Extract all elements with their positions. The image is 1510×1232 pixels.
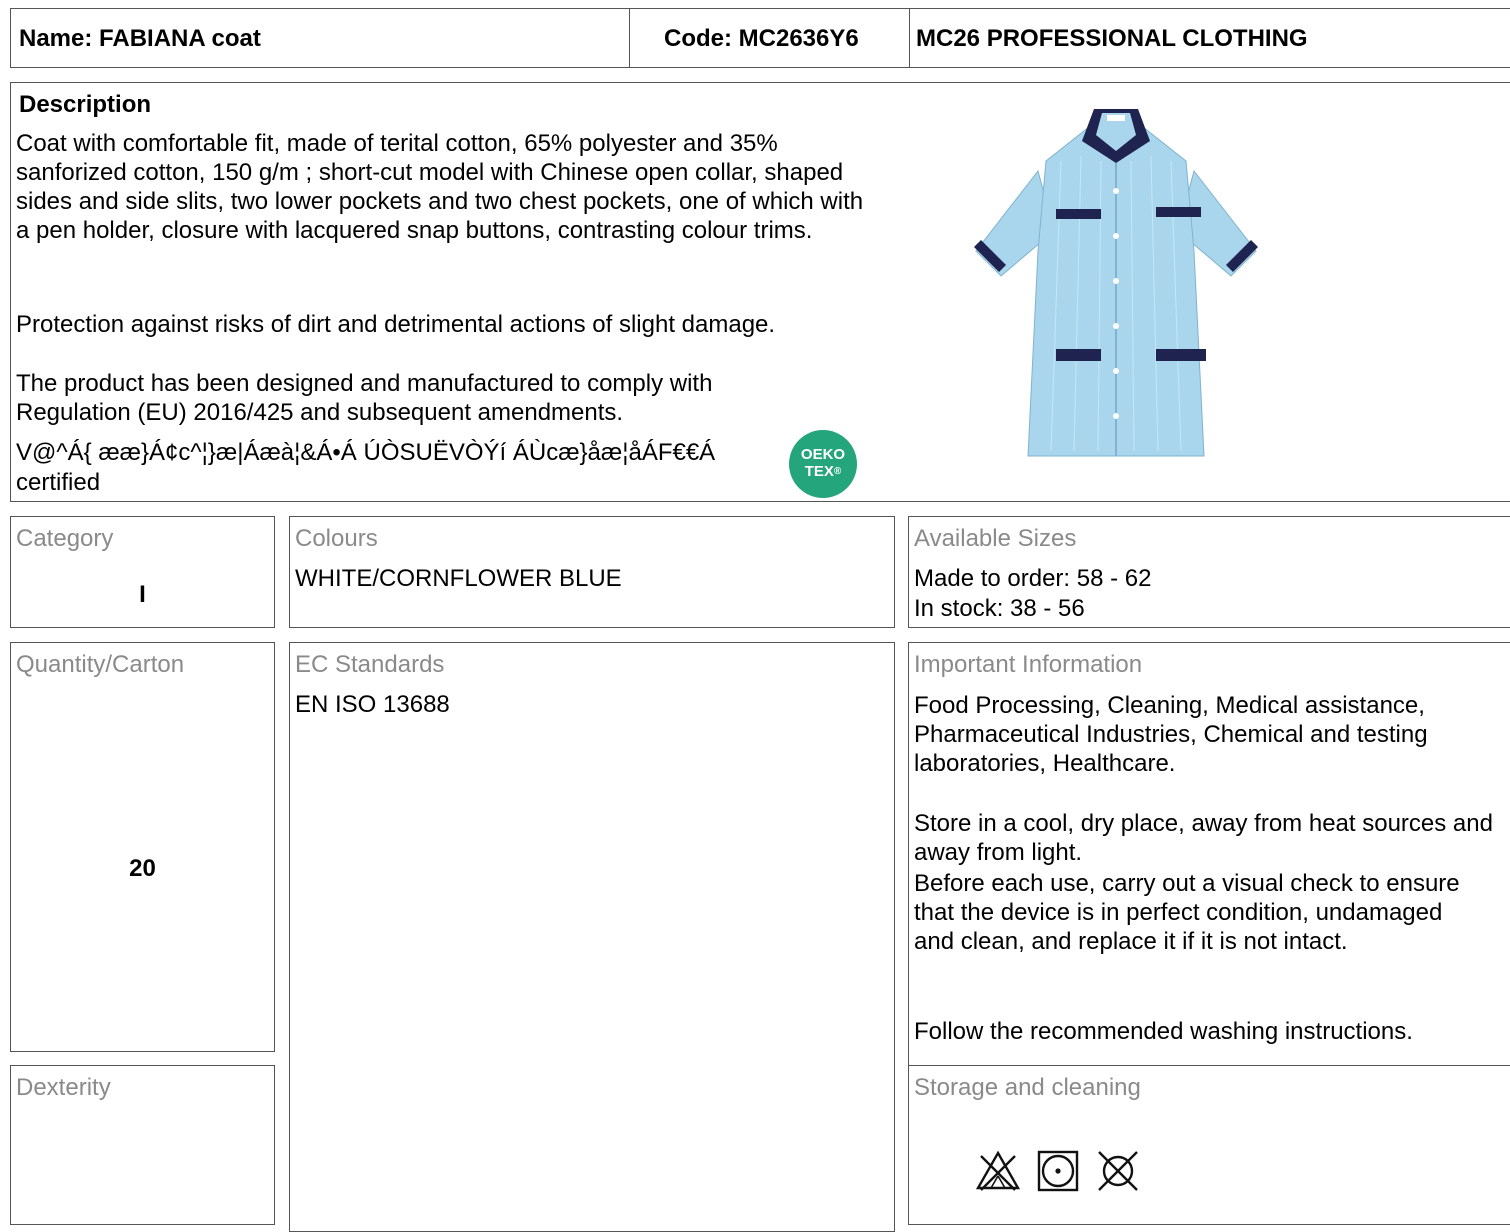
description-heading: Description xyxy=(19,91,152,118)
quantity-cell: Quantity/Carton 20 xyxy=(10,642,275,1052)
oeko-badge-mark: ® xyxy=(833,466,842,477)
storage-cell: Storage and cleaning xyxy=(908,1065,1510,1225)
header-name-cell: Name: FABIANA coat xyxy=(10,8,630,68)
coat-garment-image xyxy=(974,109,1258,457)
colours-value: WHITE/CORNFLOWER BLUE xyxy=(295,565,622,592)
category-cell: Category I xyxy=(10,516,275,628)
dexterity-label: Dexterity xyxy=(16,1074,111,1101)
important-info-cell: Important Information Food Processing, C… xyxy=(908,642,1510,1066)
important-paragraph-2: Store in a cool, dry place, away from he… xyxy=(914,810,1493,866)
description-paragraph: Coat with comfortable fit, made of terit… xyxy=(16,130,864,244)
colours-cell: Colours WHITE/CORNFLOWER BLUE xyxy=(289,516,895,628)
no-dry-clean-icon xyxy=(1098,1151,1138,1191)
product-code: Code: MC2636Y6 xyxy=(664,25,859,52)
ec-standards-cell: EC Standards EN ISO 13688 xyxy=(289,642,895,1232)
sizes-cell: Available Sizes Made to order: 58 - 62 I… xyxy=(908,516,1510,628)
regulation-paragraph: The product has been designed and manufa… xyxy=(16,370,713,426)
oeko-tex-text: V@^Á{ ææ}Á¢c^¦}æ|Áæà¦&Á•Á ÚÒSUËVÒÝí ÁÙcæ… xyxy=(16,439,716,466)
oeko-badge-line1: OEKO xyxy=(800,446,846,463)
tumble-dry-low-icon xyxy=(1037,1150,1079,1192)
header-brand-cell: MC26 PROFESSIONAL CLOTHING xyxy=(909,8,1510,68)
ec-standards-value: EN ISO 13688 xyxy=(295,691,450,718)
dexterity-cell: Dexterity xyxy=(10,1065,275,1225)
important-info-label: Important Information xyxy=(914,651,1143,678)
description-section: Description Coat with comfortable fit, m… xyxy=(10,82,1510,502)
header-code-cell: Code: MC2636Y6 xyxy=(629,8,910,68)
brand-name: MC26 PROFESSIONAL CLOTHING xyxy=(916,25,1308,52)
product-name: Name: FABIANA coat xyxy=(19,25,261,52)
protection-paragraph: Protection against risks of dirt and det… xyxy=(16,311,776,338)
important-paragraph-4: Follow the recommended washing instructi… xyxy=(914,1018,1413,1045)
sizes-in-stock: In stock: 38 - 56 xyxy=(914,595,1085,622)
important-paragraph-3: Before each use, carry out a visual chec… xyxy=(914,870,1460,955)
category-value: I xyxy=(139,581,146,608)
quantity-value: 20 xyxy=(129,855,156,882)
certified-text: certified xyxy=(16,469,101,496)
oeko-tex-badge: OEKO TEX® xyxy=(789,430,857,498)
category-label: Category xyxy=(16,525,114,552)
no-bleach-icon xyxy=(975,1150,1021,1191)
important-paragraph-1: Food Processing, Cleaning, Medical assis… xyxy=(914,692,1428,777)
ec-standards-label: EC Standards xyxy=(295,651,445,678)
colours-label: Colours xyxy=(295,525,378,552)
quantity-label: Quantity/Carton xyxy=(16,651,185,678)
storage-label: Storage and cleaning xyxy=(914,1074,1141,1101)
sizes-label: Available Sizes xyxy=(914,525,1077,552)
sizes-made-to-order: Made to order: 58 - 62 xyxy=(914,565,1152,592)
oeko-badge-line2: TEX xyxy=(804,463,834,480)
